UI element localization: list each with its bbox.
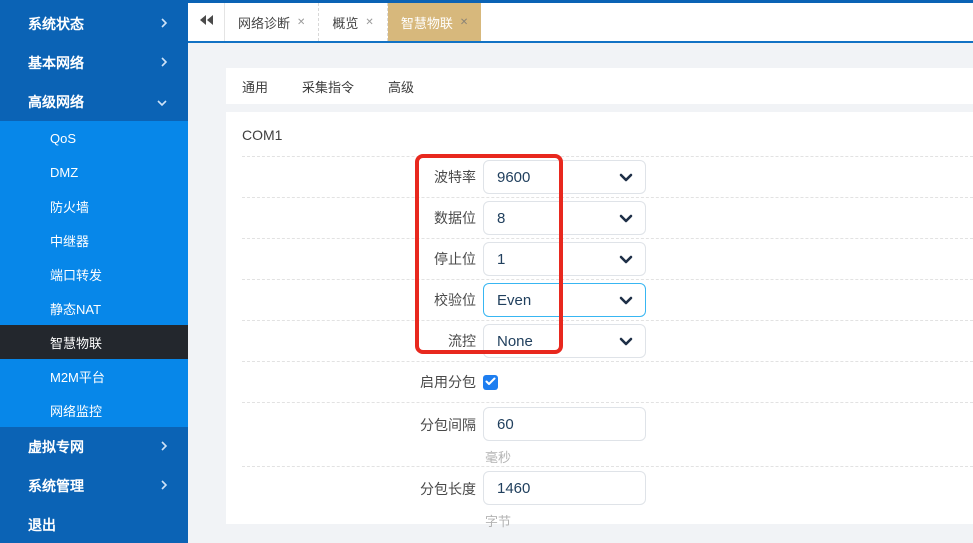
tab-label: 概览: [332, 13, 358, 32]
field-label: 分包间隔: [242, 415, 476, 435]
chevron-down-icon: [619, 333, 633, 350]
tab-network-diagnosis[interactable]: 网络诊断 ✕: [225, 3, 319, 41]
form-row-split-interval: 分包间隔 毫秒: [242, 403, 973, 467]
double-chevron-left-icon: [198, 13, 214, 32]
sidebar-item-label: DMZ: [50, 165, 78, 180]
chevron-right-icon: [160, 55, 168, 71]
split-interval-input[interactable]: [483, 407, 646, 441]
close-icon[interactable]: ✕: [460, 17, 468, 28]
close-icon[interactable]: ✕: [297, 17, 305, 28]
page-tab-bar: 网络诊断 ✕ 概览 ✕ 智慧物联 ✕: [188, 0, 973, 43]
checkmark-icon: [485, 373, 496, 391]
split-length-input[interactable]: [483, 471, 646, 505]
sidebar-item-label: 高级网络: [28, 92, 84, 112]
chevron-right-icon: [160, 16, 168, 32]
field-label: 分包长度: [242, 479, 476, 499]
form-row-stop-bits: 停止位 1: [242, 239, 973, 280]
sidebar-item-smart-iot[interactable]: 智慧物联: [0, 325, 188, 359]
sidebar-item-label: 系统管理: [28, 476, 84, 496]
form-row-flow-control: 流控 None: [242, 321, 973, 362]
sidebar-item-label: 防火墙: [50, 197, 89, 216]
field-with-hint: 毫秒: [483, 407, 646, 466]
sidebar-item-qos[interactable]: QoS: [0, 121, 188, 155]
sidebar-item-label: M2M平台: [50, 367, 105, 386]
sidebar-item-label: 中继器: [50, 231, 89, 250]
collapse-tabs-button[interactable]: [188, 3, 225, 41]
field-label: 流控: [242, 331, 476, 351]
content-area: 通用 采集指令 高级 COM1 波特率 9600 数据: [188, 43, 973, 543]
field-hint: 字节: [483, 511, 646, 530]
sidebar-item-label: 端口转发: [50, 265, 102, 284]
sidebar-submenu: QoS DMZ 防火墙 中继器 端口转发 静态NAT 智慧物联 M2M平台 网络…: [0, 121, 188, 427]
select-value: Even: [497, 292, 619, 309]
sidebar-item-label: 基本网络: [28, 53, 84, 73]
sidebar-item-repeater[interactable]: 中继器: [0, 223, 188, 257]
form-row-data-bits: 数据位 8: [242, 198, 973, 239]
chevron-right-icon: [160, 478, 168, 494]
field-label: 停止位: [242, 249, 476, 269]
form-row-parity: 校验位 Even: [242, 280, 973, 321]
sidebar-item-label: 智慧物联: [50, 333, 102, 352]
main-area: 网络诊断 ✕ 概览 ✕ 智慧物联 ✕ 通用 采集指令 高级 COM1: [188, 0, 973, 543]
tab-advanced[interactable]: 高级: [388, 77, 414, 96]
chevron-down-icon: [619, 169, 633, 186]
data-bits-select[interactable]: 8: [483, 201, 646, 235]
sidebar-item-basic-network[interactable]: 基本网络: [0, 43, 188, 82]
chevron-down-icon: [619, 292, 633, 309]
sidebar-item-system-admin[interactable]: 系统管理: [0, 466, 188, 505]
sidebar-item-static-nat[interactable]: 静态NAT: [0, 291, 188, 325]
sidebar-item-label: 静态NAT: [50, 299, 101, 318]
sidebar-item-m2m-platform[interactable]: M2M平台: [0, 359, 188, 393]
sidebar-item-advanced-network[interactable]: 高级网络: [0, 82, 188, 121]
sidebar: 系统状态 基本网络 高级网络 QoS DMZ 防火墙 中继器 端口转发 静态NA…: [0, 0, 188, 543]
select-value: None: [497, 333, 619, 350]
tab-general[interactable]: 通用: [242, 77, 268, 96]
sidebar-item-label: 虚拟专网: [28, 437, 84, 457]
parity-select[interactable]: Even: [483, 283, 646, 317]
chevron-down-icon: [619, 210, 633, 227]
tab-overview[interactable]: 概览 ✕: [319, 3, 387, 41]
section-title: COM1: [242, 112, 973, 156]
chevron-down-icon: [619, 251, 633, 268]
form-row-baud-rate: 波特率 9600: [242, 157, 973, 198]
field-hint: 毫秒: [483, 447, 646, 466]
sidebar-item-firewall[interactable]: 防火墙: [0, 189, 188, 223]
com1-form: 波特率 9600 数据位 8 停止位: [242, 156, 973, 531]
app-window: 系统状态 基本网络 高级网络 QoS DMZ 防火墙 中继器 端口转发 静态NA…: [0, 0, 973, 543]
sidebar-item-port-forwarding[interactable]: 端口转发: [0, 257, 188, 291]
flow-control-select[interactable]: None: [483, 324, 646, 358]
chevron-right-icon: [160, 439, 168, 455]
com1-form-card: COM1 波特率 9600 数据位 8: [226, 112, 973, 524]
sidebar-item-network-monitor[interactable]: 网络监控: [0, 393, 188, 427]
form-row-split-length: 分包长度 字节: [242, 467, 973, 531]
field-label: 校验位: [242, 290, 476, 310]
tab-smart-iot[interactable]: 智慧物联 ✕: [388, 3, 481, 41]
select-value: 9600: [497, 169, 619, 186]
sidebar-item-vpn[interactable]: 虚拟专网: [0, 427, 188, 466]
tab-label: 网络诊断: [238, 13, 290, 32]
sub-tab-strip: 通用 采集指令 高级: [226, 68, 973, 104]
field-label: 波特率: [242, 167, 476, 187]
enable-split-checkbox[interactable]: [483, 375, 498, 390]
sidebar-item-label: 网络监控: [50, 401, 102, 420]
baud-rate-select[interactable]: 9600: [483, 160, 646, 194]
tab-collect-commands[interactable]: 采集指令: [302, 77, 354, 96]
sidebar-item-logout[interactable]: 退出: [0, 505, 188, 543]
sidebar-item-label: QoS: [50, 131, 76, 146]
sidebar-item-dmz[interactable]: DMZ: [0, 155, 188, 189]
sidebar-item-label: 系统状态: [28, 14, 84, 34]
field-with-hint: 字节: [483, 471, 646, 530]
close-icon[interactable]: ✕: [365, 17, 373, 28]
sidebar-item-label: 退出: [28, 515, 56, 535]
chevron-down-icon: [156, 94, 168, 110]
field-label: 数据位: [242, 208, 476, 228]
field-label: 启用分包: [242, 372, 476, 392]
select-value: 1: [497, 251, 619, 268]
form-row-enable-split: 启用分包: [242, 362, 973, 403]
tab-label: 智慧物联: [401, 13, 453, 32]
stop-bits-select[interactable]: 1: [483, 242, 646, 276]
select-value: 8: [497, 210, 619, 227]
sidebar-item-system-status[interactable]: 系统状态: [0, 4, 188, 43]
